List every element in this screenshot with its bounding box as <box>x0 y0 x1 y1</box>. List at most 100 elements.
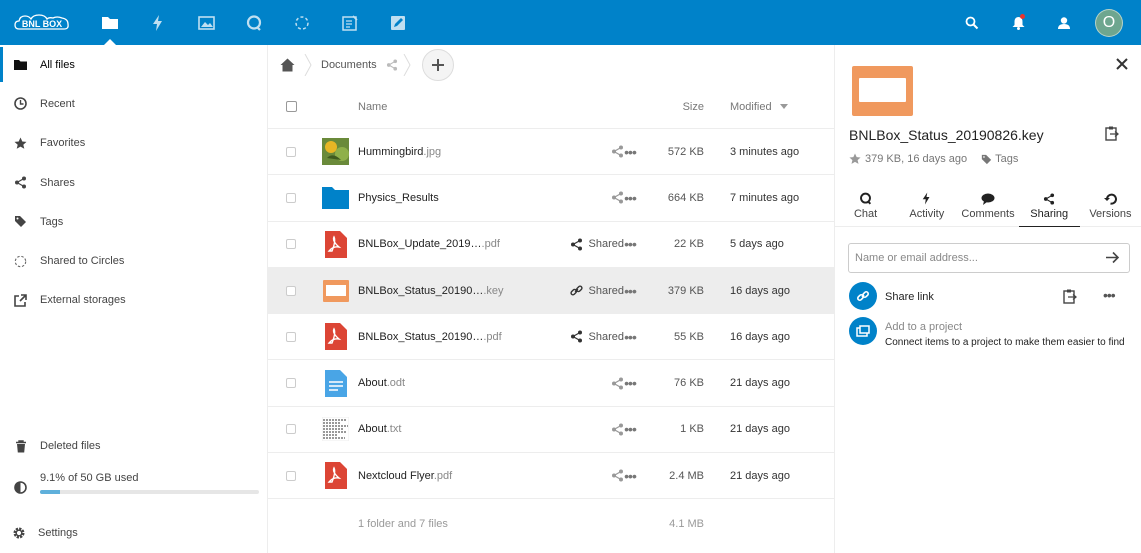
keynote-file-icon[interactable] <box>322 277 349 304</box>
file-checkbox[interactable] <box>286 239 296 250</box>
more-options-icon[interactable]: ••• <box>623 236 637 252</box>
app-notes-icon[interactable] <box>374 0 422 45</box>
share-icon[interactable] <box>386 59 398 71</box>
nav-item-shared-to-circles[interactable]: Shared to Circles <box>0 241 267 280</box>
file-row[interactable]: BNLBox_Update_2019….pdf Shared ••• 22 KB 5 d… <box>268 222 834 268</box>
app-talk-icon[interactable] <box>230 0 278 45</box>
pdf-file-icon[interactable] <box>322 323 349 351</box>
nav-item-favorites[interactable]: Favorites <box>0 124 267 163</box>
quota-bar-fill <box>40 489 60 494</box>
tab-label: Comments <box>961 208 1015 220</box>
file-checkbox[interactable] <box>286 146 296 157</box>
more-options-icon[interactable]: ••• <box>623 421 637 437</box>
more-options-icon[interactable]: ••• <box>623 375 637 391</box>
tab-versions[interactable]: Versions <box>1080 185 1141 226</box>
text-file-icon[interactable] <box>322 416 349 443</box>
column-modified[interactable]: Modified <box>730 101 788 113</box>
file-name[interactable]: BNLBox_Update_2019….pdf <box>358 238 500 250</box>
share-with-input[interactable] <box>848 243 1130 273</box>
file-row[interactable]: BNLBox_Status_20190….pdf Shared ••• 55 KB 16… <box>268 314 834 361</box>
pdf-file-icon[interactable] <box>322 462 349 490</box>
arrow-right-icon[interactable] <box>1105 251 1120 264</box>
file-share-action[interactable]: Shared <box>538 238 624 251</box>
file-name[interactable]: Physics_Results <box>358 192 439 204</box>
file-checkbox[interactable] <box>286 331 296 342</box>
add-to-project-label[interactable]: Add to a project <box>885 321 962 333</box>
image-thumbnail-icon[interactable] <box>322 138 349 166</box>
file-share-action[interactable] <box>538 423 624 436</box>
clipboard-icon[interactable] <box>1105 126 1119 141</box>
file-name[interactable]: About.txt <box>358 423 401 435</box>
star-icon[interactable] <box>849 153 861 165</box>
file-share-action[interactable] <box>538 191 624 204</box>
bnl-box-logo[interactable]: BNL BOX <box>12 11 72 35</box>
app-circles-icon[interactable] <box>278 0 326 45</box>
user-avatar[interactable]: O <box>1095 8 1123 37</box>
close-icon[interactable] <box>1115 57 1129 71</box>
file-checkbox[interactable] <box>286 192 296 203</box>
column-size[interactable]: Size <box>683 101 704 113</box>
tab-activity[interactable]: Activity <box>896 185 957 226</box>
select-all-checkbox[interactable] <box>286 101 297 112</box>
file-checkbox[interactable] <box>286 470 296 481</box>
file-share-action[interactable] <box>538 145 624 158</box>
tab-chat[interactable]: Chat <box>835 185 896 226</box>
nav-item-all-files[interactable]: All files <box>0 45 267 84</box>
file-name[interactable]: BNLBox_Status_20190….key <box>358 285 504 297</box>
notifications-bell-icon[interactable] <box>995 0 1041 45</box>
file-checkbox[interactable] <box>286 378 296 389</box>
file-row[interactable]: Hummingbird.jpg ••• 572 KB 3 minutes ago <box>268 129 834 176</box>
document-file-icon[interactable] <box>322 369 349 397</box>
app-tasks-icon[interactable] <box>326 0 374 45</box>
file-name[interactable]: Hummingbird.jpg <box>358 146 441 158</box>
home-icon[interactable] <box>280 58 295 72</box>
tags-button[interactable]: Tags <box>995 153 1018 165</box>
app-files-icon[interactable] <box>86 0 134 45</box>
more-options-icon[interactable]: ••• <box>623 468 637 484</box>
app-activity-icon[interactable] <box>134 0 182 45</box>
file-share-action[interactable]: Shared <box>538 284 624 297</box>
file-name[interactable]: BNLBox_Status_20190….pdf <box>358 331 502 343</box>
file-row[interactable]: Physics_Results ••• 664 KB 7 minutes ago <box>268 175 834 222</box>
nav-item-settings[interactable]: Settings <box>0 514 267 553</box>
breadcrumb-documents[interactable]: Documents <box>321 59 377 71</box>
tab-label: Chat <box>853 208 878 220</box>
app-gallery-icon[interactable] <box>182 0 230 45</box>
nav-item-label: Recent <box>40 97 75 110</box>
share-icon <box>13 175 28 190</box>
tab-comments[interactable]: Comments <box>957 185 1018 226</box>
file-share-action[interactable] <box>538 469 624 482</box>
file-modified: 3 minutes ago <box>730 145 800 158</box>
column-name[interactable]: Name <box>358 101 387 113</box>
file-share-action[interactable] <box>538 377 624 390</box>
contacts-icon[interactable] <box>1041 0 1087 45</box>
share-link-label[interactable]: Share link <box>885 291 934 303</box>
breadcrumb-separator <box>304 54 312 76</box>
file-row[interactable]: About.txt ••• 1 KB 21 days ago <box>268 407 834 454</box>
more-options-icon[interactable]: ••• <box>623 329 637 345</box>
file-checkbox[interactable] <box>286 424 296 435</box>
nav-item-deleted-files[interactable]: Deleted files <box>0 426 267 465</box>
more-options-icon[interactable]: ••• <box>623 144 637 160</box>
search-icon[interactable] <box>949 0 995 45</box>
file-share-action[interactable]: Shared <box>538 330 624 343</box>
pdf-file-icon[interactable] <box>322 230 349 258</box>
tab-sharing[interactable]: Sharing <box>1018 185 1081 227</box>
nav-item-tags[interactable]: Tags <box>0 202 267 241</box>
file-name[interactable]: Nextcloud Flyer.pdf <box>358 470 452 482</box>
more-options-icon[interactable]: ••• <box>1103 287 1116 303</box>
more-options-icon[interactable]: ••• <box>623 283 637 299</box>
nav-item-shares[interactable]: Shares <box>0 163 267 202</box>
clipboard-icon[interactable] <box>1063 289 1077 304</box>
file-row[interactable]: Nextcloud Flyer.pdf ••• 2.4 MB 21 days ago <box>268 453 834 500</box>
nav-item-label: Settings <box>38 527 78 540</box>
nav-item-recent[interactable]: Recent <box>0 84 267 123</box>
new-file-button[interactable] <box>421 49 454 81</box>
file-checkbox[interactable] <box>286 285 296 296</box>
file-row[interactable]: About.odt ••• 76 KB 21 days ago <box>268 360 834 407</box>
folder-icon[interactable] <box>322 184 349 211</box>
file-name[interactable]: About.odt <box>358 377 405 389</box>
file-row[interactable]: BNLBox_Status_20190….key Shared ••• 379 KB 1… <box>268 267 834 315</box>
nav-item-external-storages[interactable]: External storages <box>0 281 267 320</box>
more-options-icon[interactable]: ••• <box>623 190 637 206</box>
